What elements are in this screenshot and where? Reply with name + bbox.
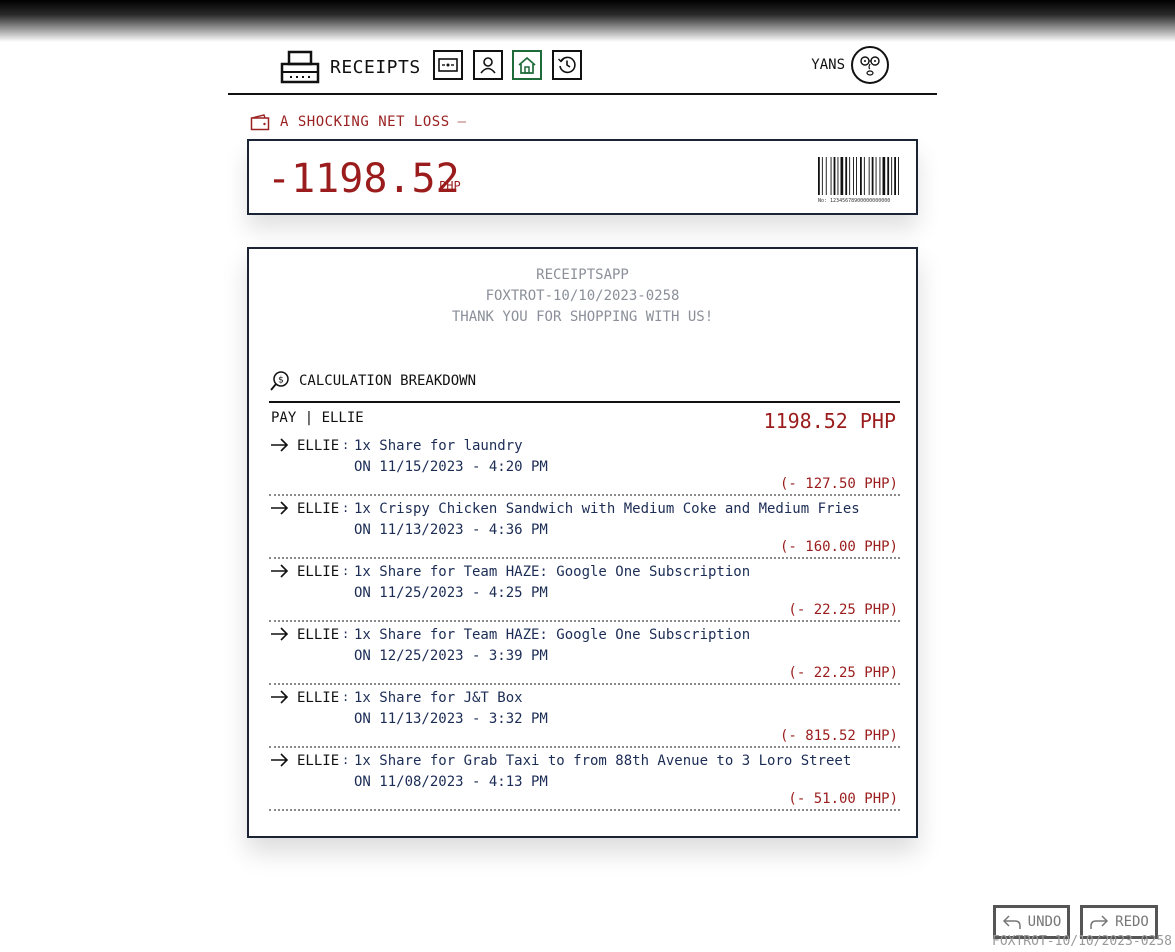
brand[interactable]: RECEIPTS bbox=[280, 50, 421, 84]
item-date: ON 11/15/2023 - 4:20 PM bbox=[354, 459, 548, 475]
barcode-caption: No: 12345678900000000000 bbox=[818, 198, 890, 203]
item-payee: ELLIE bbox=[297, 753, 340, 769]
item-description: 1x Share for laundry bbox=[354, 438, 523, 454]
balance-unit: PHP bbox=[439, 179, 461, 193]
item-payee: ELLIE bbox=[297, 564, 340, 580]
receipt-app-name: RECEIPTSAPP bbox=[536, 267, 629, 283]
nav-home-button[interactable] bbox=[512, 50, 542, 80]
item-description: 1x Crispy Chicken Sandwich with Medium C… bbox=[354, 501, 860, 517]
item-date: ON 11/13/2023 - 4:36 PM bbox=[354, 522, 548, 538]
item-description: 1x Share for Team HAZE: Google One Subsc… bbox=[354, 627, 751, 643]
balance-amount: -1198.52 bbox=[267, 156, 460, 202]
user-name: YANS bbox=[811, 57, 845, 73]
item-payee: ELLIE bbox=[297, 627, 340, 643]
item-description: 1x Share for J&T Box bbox=[354, 690, 523, 706]
breakdown-list: ELLIE : 1x Share for laundry ON 11/15/20… bbox=[269, 435, 900, 813]
app-title: RECEIPTS bbox=[330, 56, 421, 78]
net-status: A SHOCKING NET LOSS — bbox=[250, 113, 467, 131]
item-payee: ELLIE bbox=[297, 438, 340, 454]
item-colon: : bbox=[342, 690, 350, 704]
list-item: ELLIE : 1x Share for Team HAZE: Google O… bbox=[269, 561, 900, 622]
barcode-icon: No: 12345678900000000000 bbox=[818, 157, 899, 203]
list-item: ELLIE : 1x Crispy Chicken Sandwich with … bbox=[269, 498, 900, 559]
home-icon bbox=[518, 56, 536, 74]
wallet-icon bbox=[438, 58, 458, 72]
net-status-dash: — bbox=[457, 114, 467, 130]
item-amount: (- 815.52 PHP) bbox=[779, 728, 898, 744]
item-colon: : bbox=[342, 564, 350, 578]
arrow-right-icon bbox=[271, 438, 289, 452]
redo-icon bbox=[1090, 915, 1109, 929]
list-item: ELLIE : 1x Share for Team HAZE: Google O… bbox=[269, 624, 900, 685]
arrow-right-icon bbox=[271, 627, 289, 641]
item-payee: ELLIE bbox=[297, 501, 340, 517]
item-amount: (- 160.00 PHP) bbox=[779, 539, 898, 555]
item-date: ON 11/08/2023 - 4:13 PM bbox=[354, 774, 548, 790]
avatar[interactable] bbox=[851, 46, 889, 84]
pay-total: 1198.52 PHP bbox=[763, 409, 896, 433]
nav-wallet-button[interactable] bbox=[433, 50, 463, 80]
item-amount: (- 22.25 PHP) bbox=[788, 602, 898, 618]
arrow-right-icon bbox=[271, 564, 289, 578]
item-colon: : bbox=[342, 753, 350, 767]
undo-label: UNDO bbox=[1027, 914, 1062, 930]
history-icon bbox=[558, 56, 576, 74]
browser-top-gradient bbox=[0, 0, 1175, 42]
receipt-thanks: THANK YOU FOR SHOPPING WITH US! bbox=[451, 309, 714, 325]
search-dollar-icon: $ bbox=[270, 371, 289, 391]
net-status-text: A SHOCKING NET LOSS bbox=[280, 114, 450, 130]
list-item: ELLIE : 1x Share for laundry ON 11/15/20… bbox=[269, 435, 900, 496]
section-divider bbox=[269, 401, 900, 403]
section-title: CALCULATION BREAKDOWN bbox=[299, 373, 477, 389]
item-amount: (- 51.00 PHP) bbox=[788, 791, 898, 807]
undo-icon bbox=[1002, 915, 1021, 929]
user-icon bbox=[480, 57, 496, 74]
item-colon: : bbox=[342, 501, 350, 515]
item-description: 1x Share for Grab Taxi to from 88th Aven… bbox=[354, 753, 852, 769]
balance-card: -1198.52 PHP No: 12345678900000000000 bbox=[247, 139, 918, 215]
footer-receipt-id: FOXTROT-10/10/2023-0258 bbox=[992, 934, 1173, 949]
list-item: ELLIE : 1x Share for J&T Box ON 11/13/20… bbox=[269, 687, 900, 748]
arrow-right-icon bbox=[271, 501, 289, 515]
svg-text:$: $ bbox=[278, 376, 284, 386]
receipt-id: FOXTROT-10/10/2023-0258 bbox=[485, 288, 680, 304]
item-payee: ELLIE bbox=[297, 690, 340, 706]
calculation-breakdown-header: $ CALCULATION BREAKDOWN bbox=[269, 370, 476, 392]
item-date: ON 12/25/2023 - 3:39 PM bbox=[354, 648, 548, 664]
item-amount: (- 127.50 PHP) bbox=[779, 476, 898, 492]
item-amount: (- 22.25 PHP) bbox=[788, 665, 898, 681]
item-date: ON 11/25/2023 - 4:25 PM bbox=[354, 585, 548, 601]
item-colon: : bbox=[342, 627, 350, 641]
item-colon: : bbox=[342, 438, 350, 452]
item-date: ON 11/13/2023 - 3:32 PM bbox=[354, 711, 548, 727]
avatar-face-icon bbox=[860, 56, 880, 76]
pay-label: PAY | ELLIE bbox=[271, 410, 364, 426]
wallet-icon bbox=[250, 114, 270, 131]
cash-register-icon bbox=[280, 50, 320, 84]
arrow-right-icon bbox=[271, 753, 289, 767]
user-menu[interactable]: YANS bbox=[811, 46, 889, 84]
list-item: ELLIE : 1x Share for Grab Taxi to from 8… bbox=[269, 750, 900, 811]
top-nav: RECEIPTS YANS bbox=[228, 44, 937, 95]
nav-profile-button[interactable] bbox=[473, 50, 503, 80]
nav-history-button[interactable] bbox=[552, 50, 582, 80]
receipt: RECEIPTSAPP FOXTROT-10/10/2023-0258 THAN… bbox=[247, 247, 918, 838]
redo-label: REDO bbox=[1115, 914, 1149, 930]
arrow-right-icon bbox=[271, 690, 289, 704]
item-description: 1x Share for Team HAZE: Google One Subsc… bbox=[354, 564, 751, 580]
